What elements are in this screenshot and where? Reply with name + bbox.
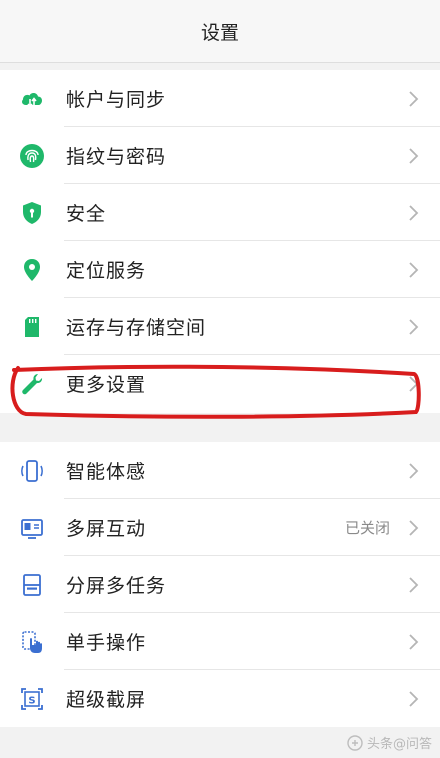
settings-item-label: 定位服务 bbox=[66, 260, 147, 282]
chevron-right-icon bbox=[409, 633, 419, 650]
motion-phone-icon bbox=[18, 457, 46, 485]
settings-group-1: 帐户与同步 指纹与密码 安全 定位服务 运存与存储空间 更多设置 bbox=[0, 70, 440, 413]
chevron-right-icon bbox=[409, 204, 419, 221]
chevron-right-icon bbox=[409, 147, 419, 164]
settings-item-label: 单手操作 bbox=[66, 632, 147, 654]
settings-item-split-screen[interactable]: 分屏多任务 bbox=[0, 556, 440, 613]
settings-item-location[interactable]: 定位服务 bbox=[0, 241, 440, 298]
watermark-text: 头条@问答 bbox=[366, 737, 432, 752]
split-screen-icon bbox=[18, 571, 46, 599]
chevron-right-icon bbox=[409, 318, 419, 335]
settings-item-one-hand[interactable]: 单手操作 bbox=[0, 613, 440, 670]
chevron-right-icon bbox=[409, 375, 419, 392]
chevron-right-icon bbox=[409, 462, 419, 479]
chevron-right-icon bbox=[409, 576, 419, 593]
settings-item-storage[interactable]: 运存与存储空间 bbox=[0, 298, 440, 355]
cloud-sync-icon bbox=[18, 85, 46, 113]
settings-item-label: 更多设置 bbox=[66, 374, 147, 396]
settings-item-label: 智能体感 bbox=[66, 461, 147, 483]
settings-item-super-screenshot[interactable]: S 超级截屏 bbox=[0, 670, 440, 727]
settings-item-label: 安全 bbox=[66, 203, 107, 225]
fingerprint-icon bbox=[18, 142, 46, 170]
screenshot-icon: S bbox=[18, 685, 46, 713]
settings-item-multiscreen[interactable]: 多屏互动 已关闭 bbox=[0, 499, 440, 556]
status-value: 已关闭 bbox=[344, 519, 390, 537]
settings-item-label: 指纹与密码 bbox=[66, 146, 167, 168]
chevron-right-icon bbox=[409, 261, 419, 278]
settings-item-label: 帐户与同步 bbox=[66, 89, 167, 111]
settings-item-more-settings[interactable]: 更多设置 bbox=[0, 355, 440, 412]
multiscreen-icon bbox=[18, 514, 46, 542]
chevron-right-icon bbox=[409, 519, 419, 536]
chevron-right-icon bbox=[409, 690, 419, 707]
settings-item-account-sync[interactable]: 帐户与同步 bbox=[0, 70, 440, 127]
location-pin-icon bbox=[18, 256, 46, 284]
settings-item-label: 超级截屏 bbox=[66, 689, 147, 711]
one-hand-icon bbox=[18, 628, 46, 656]
settings-item-fingerprint[interactable]: 指纹与密码 bbox=[0, 127, 440, 184]
chevron-right-icon bbox=[409, 90, 419, 107]
header-bar: 设置 bbox=[0, 0, 440, 63]
svg-text:S: S bbox=[28, 695, 35, 706]
watermark: 头条@问答 bbox=[347, 733, 432, 752]
settings-item-label: 分屏多任务 bbox=[66, 575, 167, 597]
settings-item-smart-motion[interactable]: 智能体感 bbox=[0, 442, 440, 499]
wrench-icon bbox=[18, 370, 46, 398]
shield-icon bbox=[18, 199, 46, 227]
watermark-logo-icon bbox=[347, 734, 363, 751]
settings-item-label: 多屏互动 bbox=[66, 518, 147, 540]
page-title: 设置 bbox=[200, 21, 239, 44]
settings-group-2: 智能体感 多屏互动 已关闭 分屏多任务 单手操作 S 超级截屏 bbox=[0, 442, 440, 727]
sd-card-icon bbox=[18, 313, 46, 341]
settings-item-security[interactable]: 安全 bbox=[0, 184, 440, 241]
settings-item-label: 运存与存储空间 bbox=[66, 317, 207, 339]
